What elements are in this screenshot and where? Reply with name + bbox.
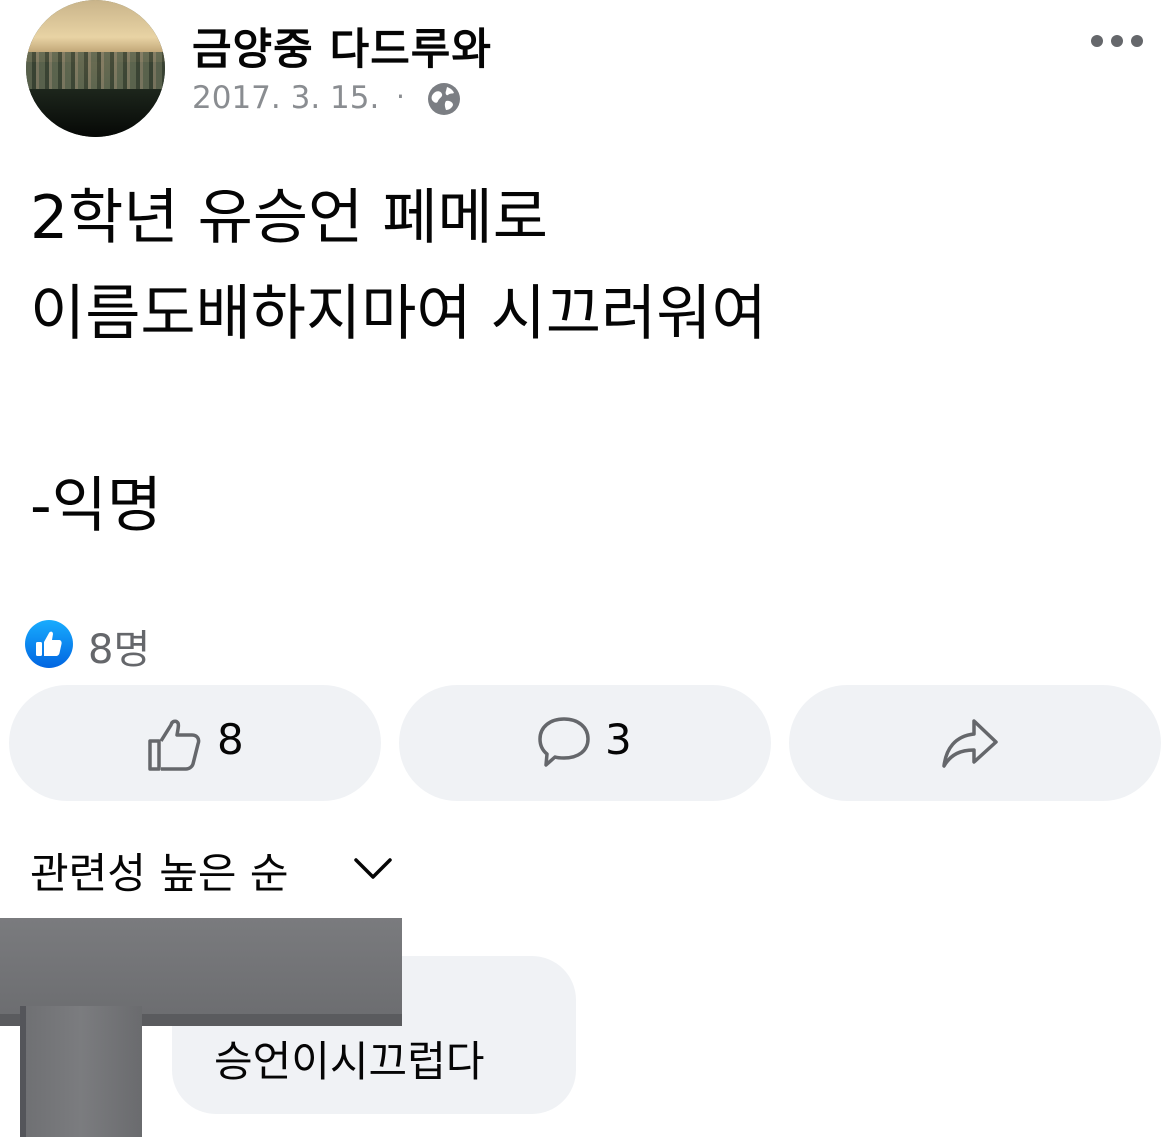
redaction-edge bbox=[20, 1006, 26, 1137]
reactions-count: 8명 bbox=[88, 627, 151, 673]
like-badge-icon bbox=[25, 620, 73, 668]
redaction-block-left bbox=[20, 1006, 142, 1137]
thumbs-up-icon bbox=[148, 719, 201, 771]
avatar-ground bbox=[26, 89, 165, 137]
sort-label: 관련성 높은 순 bbox=[30, 849, 289, 898]
author-avatar[interactable] bbox=[26, 0, 165, 137]
comment-icon bbox=[538, 717, 590, 767]
meta-separator: · bbox=[396, 80, 405, 113]
post-date[interactable]: 2017. 3. 15. bbox=[192, 80, 379, 116]
globe-icon bbox=[428, 83, 460, 115]
comment-sort-dropdown[interactable]: 관련성 높은 순 bbox=[30, 840, 392, 900]
comment-text: 승언이시끄럽다 bbox=[214, 1037, 485, 1086]
comment-button[interactable]: 3 bbox=[399, 685, 771, 801]
author-name[interactable]: 금양중 다드루와 bbox=[192, 15, 492, 77]
like-button[interactable]: 8 bbox=[9, 685, 381, 801]
like-count: 8 bbox=[217, 715, 244, 764]
post-body: 2학년 유승언 페메로 이름도배하지마여 시끄러워여 -익명 bbox=[30, 183, 767, 541]
chevron-down-icon bbox=[354, 858, 392, 879]
share-button[interactable] bbox=[789, 685, 1161, 801]
comment-count: 3 bbox=[605, 715, 632, 764]
share-icon bbox=[942, 719, 998, 768]
more-options-icon[interactable] bbox=[1088, 28, 1146, 54]
